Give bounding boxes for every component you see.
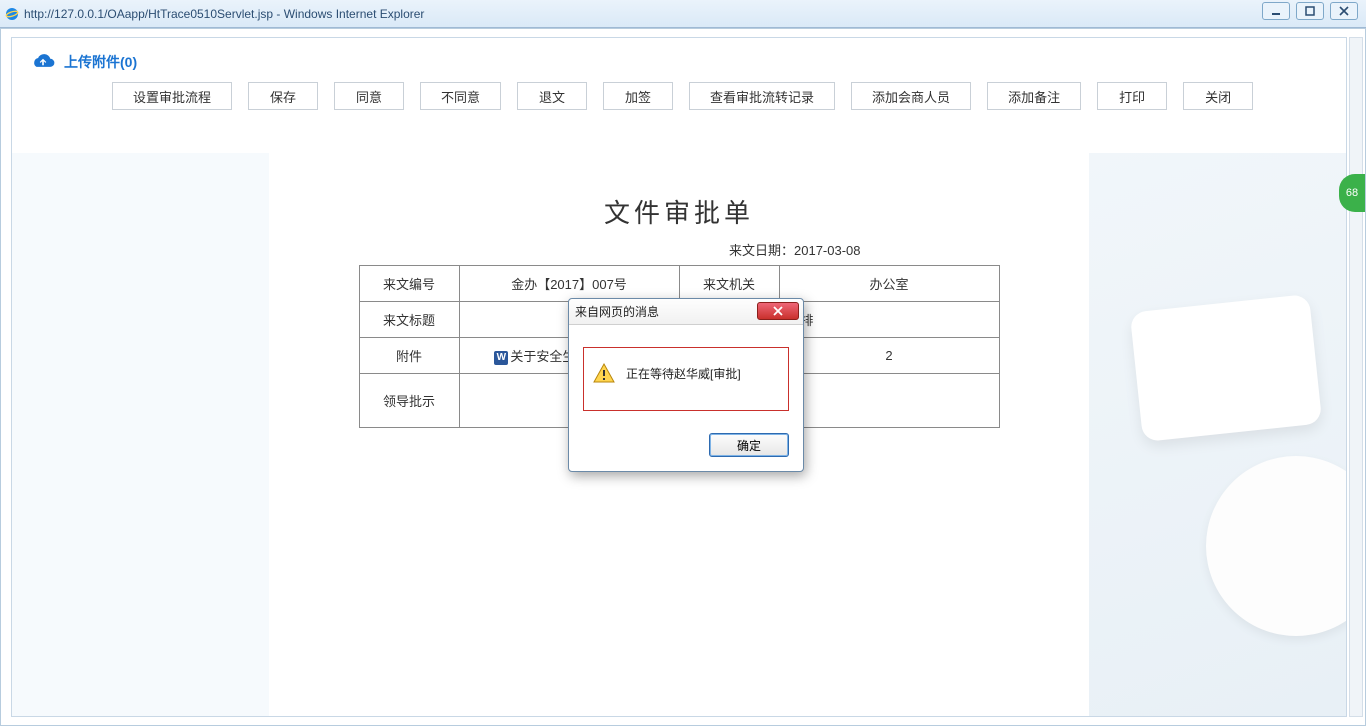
dialog-titlebar[interactable]: 来自网页的消息 (569, 299, 803, 325)
dialog-message-box: 正在等待赵华威[审批] (583, 347, 789, 411)
add-remark-button[interactable]: 添加备注 (987, 82, 1081, 110)
document-title: 文件审批单 (269, 193, 1089, 230)
disagree-button[interactable]: 不同意 (420, 82, 501, 110)
close-button[interactable]: 关闭 (1183, 82, 1253, 110)
attachment-count: 2 (779, 338, 999, 374)
warning-icon (592, 362, 616, 386)
dialog-ok-button[interactable]: 确定 (709, 433, 789, 457)
set-flow-button[interactable]: 设置审批流程 (112, 82, 232, 110)
cloud-upload-icon (30, 53, 56, 71)
background-right-decor (1076, 153, 1346, 716)
browser-titlebar: http://127.0.0.1/OAapp/HtTrace0510Servle… (0, 0, 1366, 28)
side-badge[interactable]: 68 (1339, 174, 1365, 212)
view-history-button[interactable]: 查看审批流转记录 (689, 82, 835, 110)
print-button[interactable]: 打印 (1097, 82, 1167, 110)
document-date-row: 来文日期：2017-03-08 (269, 240, 1089, 259)
side-badge-value: 68 (1346, 187, 1358, 199)
upload-row: 上传附件(0) (12, 38, 1346, 82)
add-people-button[interactable]: 添加会商人员 (851, 82, 971, 110)
date-label: 来文日期： (729, 243, 794, 258)
dialog-close-button[interactable] (757, 302, 799, 320)
dialog-body: 正在等待赵华威[审批] (569, 325, 803, 423)
window-controls (1262, 2, 1358, 20)
alert-dialog: 来自网页的消息 正在等待赵华威[审批] 确定 (568, 298, 804, 472)
doc-topic-label: 来文标题 (359, 302, 459, 338)
dialog-message: 正在等待赵华威[审批] (626, 362, 741, 382)
background-left-decor (12, 153, 282, 716)
dialog-title: 来自网页的消息 (575, 303, 659, 320)
doc-number-value: 金办【2017】007号 (459, 266, 679, 302)
doc-org-label: 来文机关 (679, 266, 779, 302)
save-button[interactable]: 保存 (248, 82, 318, 110)
word-file-icon: W (494, 351, 508, 365)
date-value: 2017-03-08 (794, 243, 861, 258)
maximize-button[interactable] (1296, 2, 1324, 20)
window-title: http://127.0.0.1/OAapp/HtTrace0510Servle… (24, 7, 424, 21)
upload-attachment-link[interactable]: 上传附件(0) (64, 52, 137, 72)
agree-button[interactable]: 同意 (334, 82, 404, 110)
doc-org-value: 办公室 (779, 266, 999, 302)
action-toolbar: 设置审批流程 保存 同意 不同意 退文 加签 查看审批流转记录 添加会商人员 添… (12, 82, 1346, 122)
doc-number-label: 来文编号 (359, 266, 459, 302)
table-row: 来文编号 金办【2017】007号 来文机关 办公室 (359, 266, 999, 302)
attachment-label: 附件 (359, 338, 459, 374)
addsign-button[interactable]: 加签 (603, 82, 673, 110)
return-button[interactable]: 退文 (517, 82, 587, 110)
ie-icon (4, 6, 20, 22)
vertical-scrollbar[interactable] (1349, 37, 1363, 717)
dialog-footer: 确定 (569, 423, 803, 471)
minimize-button[interactable] (1262, 2, 1290, 20)
close-window-button[interactable] (1330, 2, 1358, 20)
leader-comment-label: 领导批示 (359, 374, 459, 428)
